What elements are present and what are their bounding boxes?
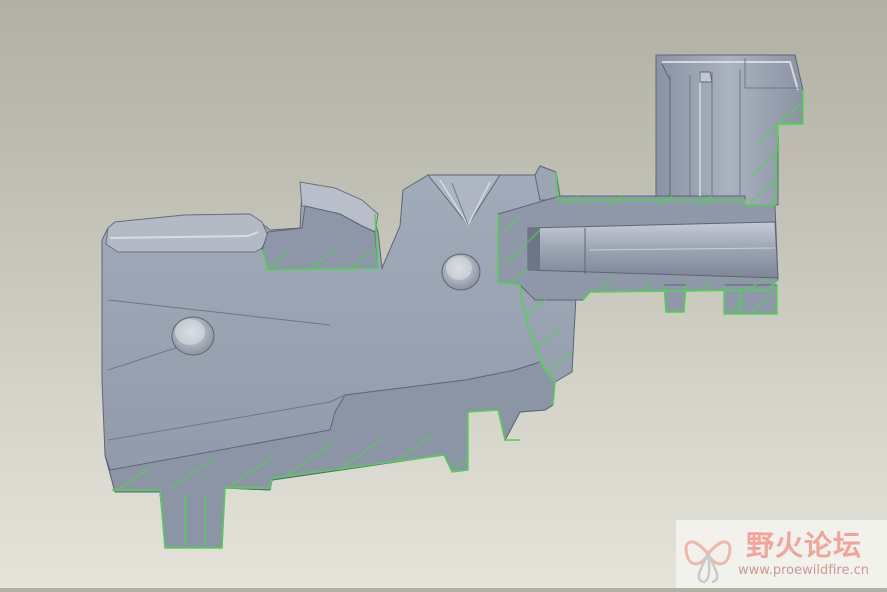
model-view	[101, 54, 804, 549]
tower-body	[655, 54, 804, 206]
top-lip	[105, 213, 269, 253]
tower	[655, 54, 804, 206]
bore-tube	[527, 221, 779, 279]
watermark-url: www.proewildfire.cn	[738, 563, 869, 578]
watermark-title: 野火论坛	[746, 529, 863, 562]
bore-leg-1	[663, 284, 687, 313]
cad-viewport[interactable]	[0, 0, 887, 588]
forum-watermark: 野火论坛 www.proewildfire.cn	[676, 520, 887, 588]
butterfly-logo-icon	[684, 540, 732, 584]
bore-section	[497, 195, 779, 315]
